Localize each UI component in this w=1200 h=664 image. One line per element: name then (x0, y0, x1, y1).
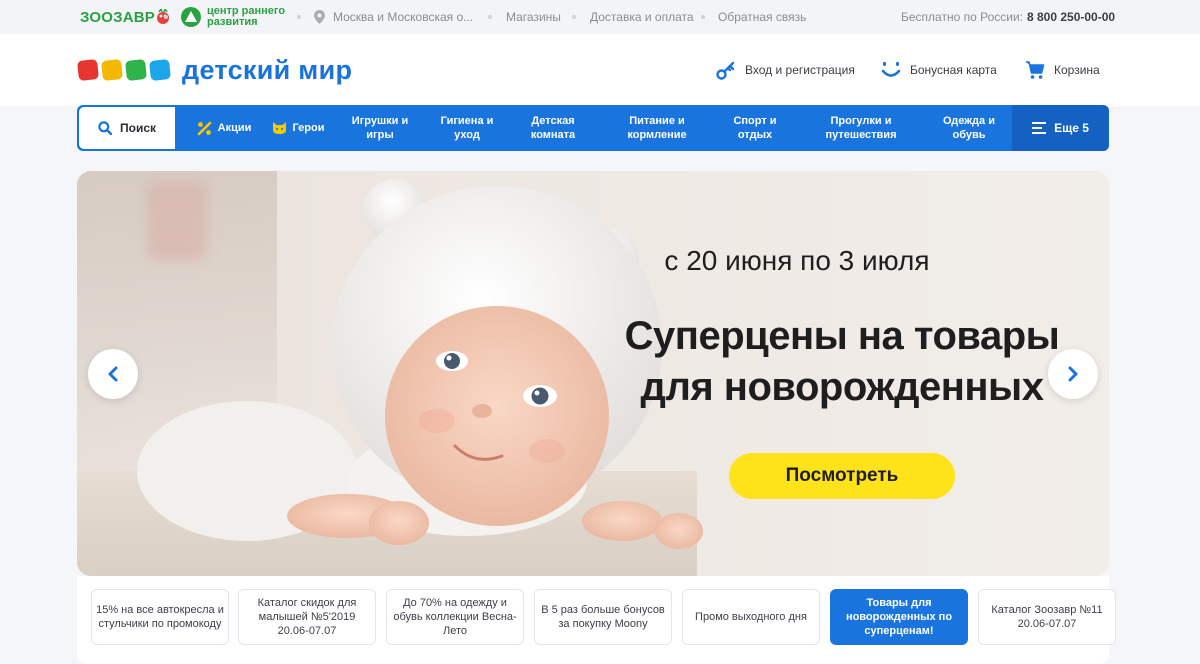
nav-item-label: Герои (292, 122, 325, 134)
center-line2: развития (207, 16, 258, 28)
banner-prev-button[interactable] (88, 349, 138, 399)
separator-dot (297, 15, 301, 19)
region-selector[interactable]: Москва и Московская о... (314, 0, 473, 34)
zoozavr-logo[interactable]: ЗООЗАВР (80, 0, 170, 34)
promo-tab[interactable]: Промо выходного дня (682, 589, 820, 645)
free-phone: Бесплатно по России: 8 800 250-00-00 (901, 0, 1115, 34)
promo-tab[interactable]: До 70% на одежду и обувь коллекции Весна… (386, 589, 524, 645)
promo-tab[interactable]: Каталог Зоозавр №11 20.06-07.07 (978, 589, 1116, 645)
smile-icon (881, 62, 901, 77)
nav-item-travel[interactable]: Прогулки и путешествия (805, 105, 917, 151)
phone-number[interactable]: 8 800 250-00-00 (1027, 10, 1115, 24)
key-icon (716, 61, 735, 80)
banner-next-button[interactable] (1048, 349, 1098, 399)
zoozavr-logo-text: ЗООЗАВР (80, 8, 156, 26)
bonus-card-link[interactable]: Бонусная карта (881, 58, 997, 82)
nav-item-label: Акции (217, 122, 252, 134)
logo-square-green (125, 59, 147, 81)
top-bar: ЗООЗАВР центр раннего развития Москва и … (0, 0, 1200, 34)
nav-item-heroes[interactable]: Герои (265, 105, 331, 151)
banner-title-line1: Суперцены на товары (624, 314, 1060, 358)
logo-square-yellow (101, 59, 123, 81)
cart-icon (1026, 61, 1045, 79)
logo-square-red (77, 59, 99, 81)
bonus-label: Бонусная карта (910, 63, 997, 77)
promo-tab[interactable]: В 5 раз больше бонусов за покупку Moony (534, 589, 672, 645)
nav-item-sport[interactable]: Спорт и отдых (717, 105, 793, 151)
banner-view-button[interactable]: Посмотреть (729, 453, 955, 499)
search-button[interactable]: Поиск (79, 107, 175, 149)
banner-date: с 20 июня по 3 июля (664, 245, 930, 276)
separator-dot (164, 15, 168, 19)
chevron-right-icon (1068, 366, 1078, 382)
search-icon (98, 121, 112, 135)
hamburger-icon (1032, 122, 1047, 134)
banner-title: Суперцены на товары для новорожденных (597, 311, 1087, 413)
cart-link[interactable]: Корзина (1025, 58, 1100, 82)
detsky-mir-logo[interactable]: детский мир (77, 54, 353, 86)
separator-dot (701, 15, 705, 19)
cart-label: Корзина (1054, 63, 1100, 77)
catalog-nav: Поиск Акции Герои Игрушки и игры Гигиена… (77, 105, 1109, 151)
promo-tab[interactable]: Каталог скидок для малышей №5'2019 20.06… (238, 589, 376, 645)
banner-title-line2: для новорожденных (640, 365, 1044, 409)
promo-tab-active[interactable]: Товары для новорожденных по суперценам! (830, 589, 968, 645)
nav-item-kids-room[interactable]: Детская комната (515, 105, 591, 151)
tent-icon (181, 7, 201, 27)
promo-tabs: 15% на все автокресла и стульчики по про… (77, 576, 1116, 664)
early-development-center-link[interactable]: центр раннего развития (181, 0, 285, 34)
nav-item-toys[interactable]: Игрушки и игры (339, 105, 421, 151)
login-label: Вход и регистрация (745, 63, 855, 77)
phone-label: Бесплатно по России: (901, 10, 1023, 24)
more-label: Еще 5 (1054, 121, 1089, 135)
logo-text: детский мир (182, 54, 353, 85)
more-categories-button[interactable]: Еще 5 (1012, 105, 1109, 151)
promo-tab[interactable]: 15% на все автокресла и стульчики по про… (91, 589, 229, 645)
nav-item-clothes[interactable]: Одежда и обувь (929, 105, 1009, 151)
cat-icon (272, 122, 286, 134)
delivery-link[interactable]: Доставка и оплата (590, 0, 694, 34)
stores-link[interactable]: Магазины (506, 0, 561, 34)
nav-item-hygiene[interactable]: Гигиена и уход (427, 105, 507, 151)
feedback-link[interactable]: Обратная связь (718, 0, 806, 34)
login-link[interactable]: Вход и регистрация (716, 58, 855, 82)
separator-dot (488, 15, 492, 19)
chevron-left-icon (108, 366, 118, 382)
region-label: Москва и Московская о... (333, 10, 474, 24)
site-header: детский мир Вход и регистрация Бонусная … (0, 34, 1200, 106)
percent-icon (197, 121, 211, 135)
hero-banner[interactable]: с 20 июня по 3 июля Суперцены на товары … (77, 171, 1109, 576)
logo-square-blue (149, 59, 171, 81)
nav-item-sales[interactable]: Акции (189, 105, 259, 151)
separator-dot (572, 15, 576, 19)
location-pin-icon (314, 10, 325, 24)
search-label: Поиск (119, 121, 156, 135)
nav-item-feeding[interactable]: Питание и кормление (609, 105, 705, 151)
